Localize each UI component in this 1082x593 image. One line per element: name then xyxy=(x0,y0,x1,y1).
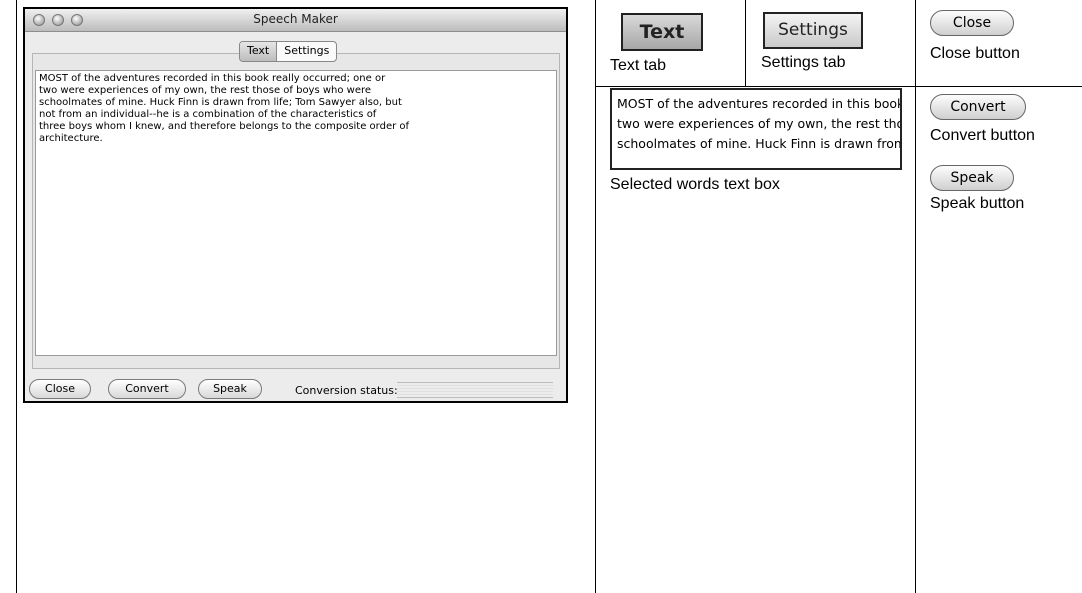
text-tab-caption: Text tab xyxy=(610,57,667,74)
speak-button-caption: Speak button xyxy=(930,195,1025,212)
conversion-progress-bar xyxy=(397,382,553,398)
text-box-zoom-text: MOST of the adventures recorded in this … xyxy=(617,96,902,151)
close-button[interactable]: Close xyxy=(29,379,91,399)
tab-text[interactable]: Text xyxy=(240,42,278,61)
divider-horizontal xyxy=(595,86,1082,87)
speech-text-area[interactable]: MOST of the adventures recorded in this … xyxy=(35,70,557,356)
divider-inner xyxy=(745,0,746,86)
conversion-status-label: Conversion status: xyxy=(295,384,398,397)
window-title: Speech Maker xyxy=(253,12,338,26)
speak-button-zoom: Speak xyxy=(930,165,1014,191)
divider-left xyxy=(16,0,17,593)
settings-tab-caption: Settings tab xyxy=(761,54,846,71)
close-button-zoom: Close xyxy=(930,10,1014,36)
divider-middle xyxy=(595,0,596,593)
tab-bar: Text Settings xyxy=(239,41,338,62)
tab-settings[interactable]: Settings xyxy=(277,42,336,61)
title-bar[interactable]: Speech Maker xyxy=(25,9,566,32)
settings-tab-zoom: Settings xyxy=(763,12,863,49)
convert-button-caption: Convert button xyxy=(930,127,1035,144)
text-tab-zoom: Text xyxy=(621,13,703,51)
speak-button[interactable]: Speak xyxy=(198,379,262,399)
divider-right xyxy=(915,0,916,593)
convert-button-zoom: Convert xyxy=(930,94,1026,120)
close-button-caption: Close button xyxy=(930,45,1020,62)
text-box-caption: Selected words text box xyxy=(610,176,780,193)
text-box-zoom: MOST of the adventures recorded in this … xyxy=(610,88,902,170)
convert-button[interactable]: Convert xyxy=(108,379,186,399)
speech-maker-window: Speech Maker Text Settings MOST of the a… xyxy=(23,7,568,403)
